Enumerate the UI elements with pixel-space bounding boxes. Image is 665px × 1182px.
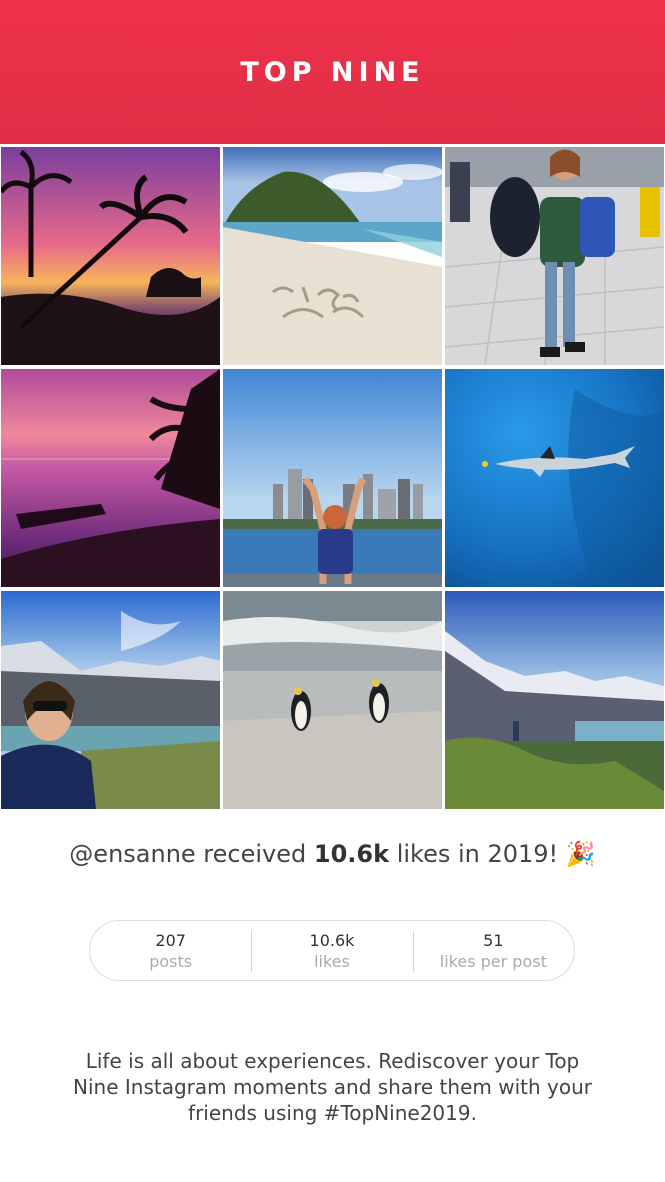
app-header: TOP NINE [0,0,665,144]
stat-value: 10.6k [309,930,355,950]
beach-fiji-2019-photo[interactable] [223,147,442,365]
stat-label: likes per post [439,951,547,971]
mountain-selfie-photo[interactable] [1,591,220,809]
likes-caption: @ensanne received 10.6k likes in 2019! 🎉 [0,840,665,868]
party-popper-icon: 🎉 [565,840,596,868]
stat-likes: 10.6k likes [251,921,412,980]
stat-label: likes [314,951,350,971]
mountain-valley-photo[interactable] [445,591,664,809]
purple-sunset-boat-photo[interactable] [1,369,220,587]
penguins-beach-photo[interactable] [223,591,442,809]
caption-prefix: @ensanne received [69,840,314,868]
description-text: Life is all about experiences. Rediscove… [73,1049,592,1125]
stat-likes-per-post: 51 likes per post [412,921,574,980]
page-title: TOP NINE [240,56,425,88]
stats-bar: 207 posts 10.6k likes 51 likes per post [89,920,575,981]
caption-likes-count: 10.6k [313,840,390,868]
photo-grid [0,144,665,809]
shark-underwater-photo[interactable] [445,369,664,587]
stat-value: 51 [483,930,504,950]
sydney-skyline-photo[interactable] [223,369,442,587]
sunset-palms-photo[interactable] [1,147,220,365]
stat-label: posts [149,951,193,971]
airport-backpacker-photo[interactable] [445,147,664,365]
stat-posts: 207 posts [90,921,251,980]
caption-suffix: likes in 2019! [389,840,566,868]
stat-value: 207 [155,930,186,950]
